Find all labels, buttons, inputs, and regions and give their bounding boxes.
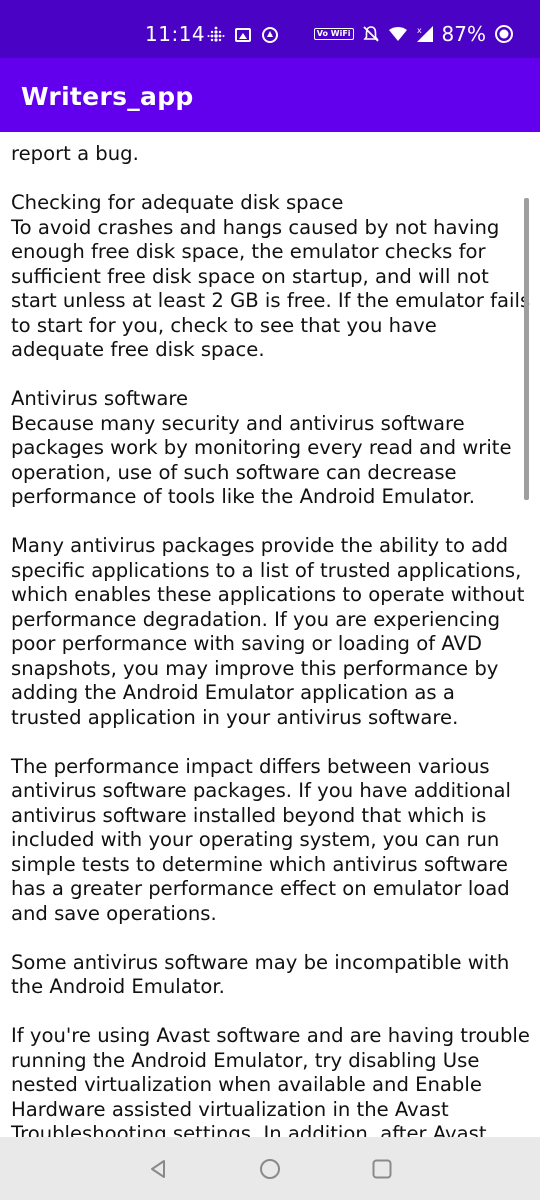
article-text: report a bug. Checking for adequate disk… [11,142,531,1137]
status-left-icons [207,26,279,44]
battery-icon [495,25,513,43]
paragraph: Many antivirus packages provide the abil… [11,534,531,729]
paragraph: report a bug. [11,142,139,165]
status-right-icons: Vo WiFi x 87% [313,22,514,46]
wifi-icon [388,27,407,41]
paragraph: Some antivirus software may be incompati… [11,950,516,999]
scroll-content[interactable]: report a bug. Checking for adequate disk… [0,132,540,1137]
circle-sync-icon [262,27,278,43]
back-icon[interactable] [146,1157,170,1181]
fitbit-dots-icon [207,26,225,42]
paragraph: Antivirus software Because many security… [11,387,512,508]
app-title: Writers_app [21,82,194,111]
system-nav-bar [0,1137,540,1200]
app-bar: Writers_app [0,58,540,132]
bell-muted-icon [362,26,379,42]
gallery-icon [235,28,251,42]
paragraph: The performance impact differs between v… [11,754,518,925]
paragraph: If you're using Avast software and are h… [11,1024,530,1137]
scrollbar-thumb[interactable] [524,198,529,500]
status-time: 11:14 [145,22,206,46]
svg-text:x: x [417,26,422,35]
paragraph: Checking for adequate disk space To avoi… [11,191,531,361]
signal-icon: x [416,26,433,42]
battery-percent: 87% [441,22,486,46]
home-icon[interactable] [258,1157,282,1181]
vowifi-icon: Vo WiFi [313,28,354,40]
status-bar: 11:14 Vo WiFi x 87% [0,0,540,58]
recents-icon[interactable] [370,1157,394,1181]
